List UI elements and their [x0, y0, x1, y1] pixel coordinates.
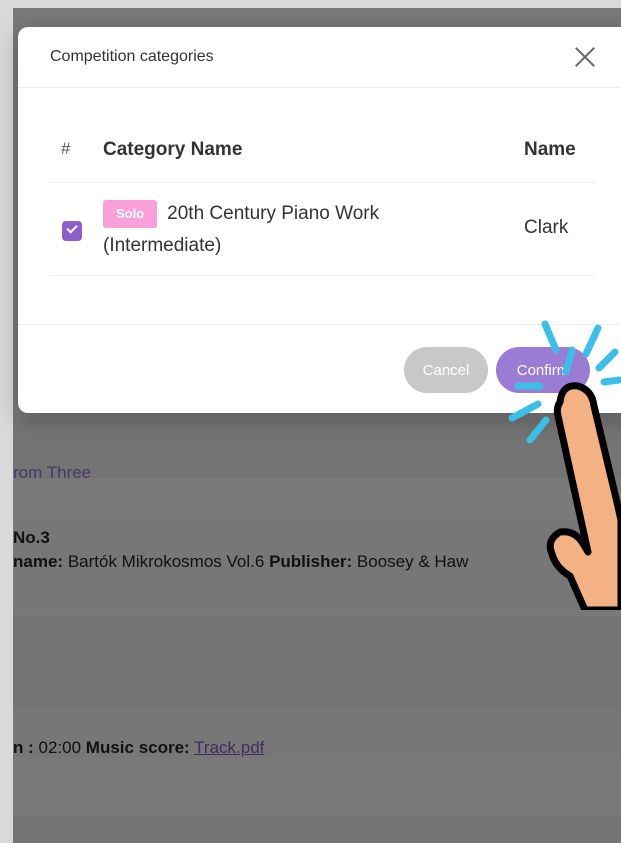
- name-cell: Clark: [524, 217, 569, 238]
- close-icon[interactable]: [572, 44, 598, 70]
- cancel-button[interactable]: Cancel: [404, 347, 488, 393]
- header-category-name[interactable]: Category Name: [103, 139, 242, 161]
- header-index: #: [61, 139, 71, 158]
- dialog-header: Competition categories: [18, 27, 621, 88]
- categories-table: # Category Name Name Solo 20th Century Pi…: [49, 123, 595, 276]
- hand-shape: [546, 382, 621, 610]
- header-name[interactable]: Name: [524, 139, 576, 161]
- dialog-title: Competition categories: [50, 48, 214, 65]
- category-cell: Solo 20th Century Piano Work (Intermediat…: [103, 198, 423, 262]
- solo-badge: Solo: [103, 200, 158, 228]
- row-checkbox[interactable]: [62, 221, 82, 241]
- table-header: # Category Name Name: [49, 123, 595, 183]
- tap-hand-icon: [508, 320, 621, 610]
- table-row[interactable]: Solo 20th Century Piano Work (Intermediat…: [49, 183, 595, 276]
